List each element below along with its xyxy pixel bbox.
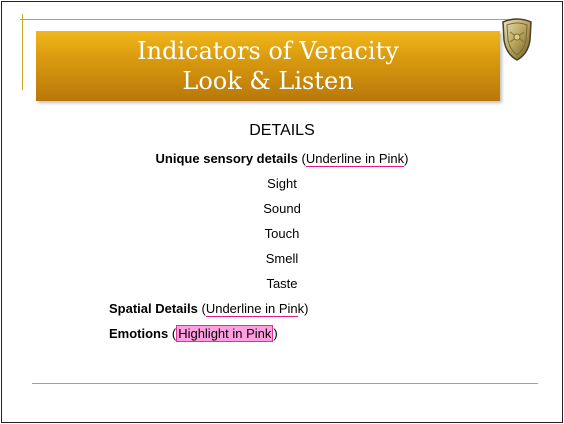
emotions-open-paren: ( <box>168 326 177 341</box>
unique-underline-note: Underline in Pink <box>305 151 405 167</box>
unique-sensory-line: Unique sensory details (Underline in Pin… <box>2 151 562 167</box>
unique-sensory-label: Unique sensory details <box>155 151 298 166</box>
top-gold-rule <box>20 19 518 20</box>
emotions-label: Emotions <box>109 326 169 341</box>
sense-item-sight: Sight <box>267 176 297 191</box>
spatial-details-label: Spatial Details <box>109 301 198 316</box>
unique-open-paren: ( <box>297 151 306 166</box>
slide: Indicators of Veracity Look & Listen DET… <box>1 1 563 423</box>
emotions-close-paren: ) <box>273 326 278 341</box>
sense-item-sound: Sound <box>263 201 301 216</box>
sense-item-taste: Taste <box>266 276 298 291</box>
details-heading: DETAILS <box>249 122 315 139</box>
title-line-1: Indicators of Veracity <box>137 37 399 65</box>
title-banner: Indicators of Veracity Look & Listen <box>36 31 500 101</box>
spatial-open-paren: ( <box>197 301 206 316</box>
shield-crest-icon <box>502 18 532 61</box>
left-gold-rule <box>22 14 23 90</box>
emotions-line: Emotions (Highlight in Pink) <box>109 325 278 342</box>
emotions-highlight-note: Highlight in Pink <box>176 325 274 342</box>
spatial-underline-note: Underline in Pin <box>205 301 298 317</box>
sense-item-touch: Touch <box>264 226 300 241</box>
title-line-2: Look & Listen <box>182 67 354 95</box>
bottom-gold-rule <box>32 383 538 384</box>
unique-close-paren: ) <box>404 151 409 166</box>
sense-item-smell: Smell <box>265 251 299 266</box>
spatial-close-paren: ) <box>304 301 309 316</box>
spatial-details-line: Spatial Details (Underline in Pink) <box>109 301 309 317</box>
